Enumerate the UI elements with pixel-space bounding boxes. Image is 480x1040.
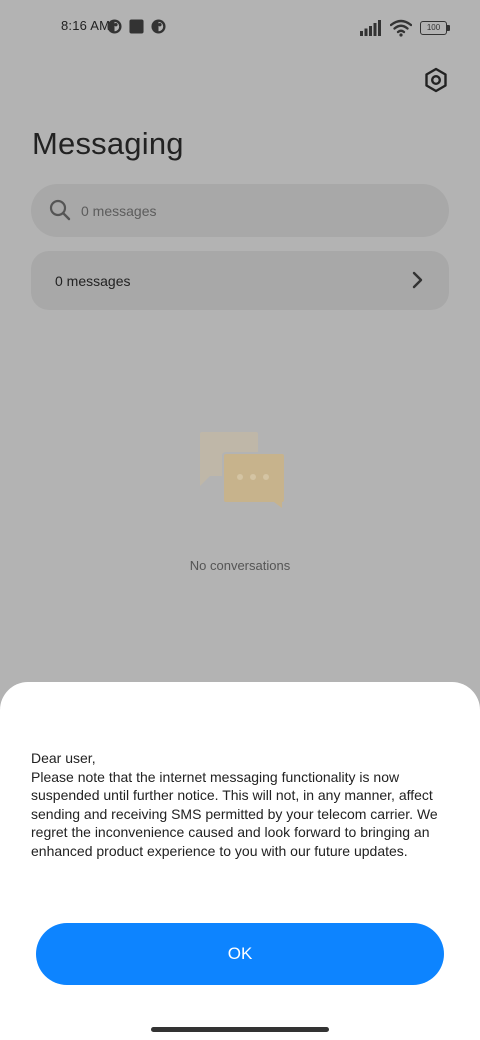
messages-row[interactable]: 0 messages bbox=[31, 251, 449, 310]
battery-icon: 100 bbox=[420, 21, 450, 35]
search-bar[interactable] bbox=[31, 184, 449, 237]
page-title: Messaging bbox=[32, 126, 184, 161]
notification-dot-icon bbox=[107, 19, 122, 34]
ok-button[interactable]: OK bbox=[36, 923, 444, 985]
status-time: 8:16 AM bbox=[61, 18, 111, 33]
messaging-screen: 8:16 AM 100 Messaging 0 messages 0 messa… bbox=[0, 0, 480, 1040]
settings-hex-icon bbox=[425, 67, 447, 93]
notification-dot-icon bbox=[151, 19, 166, 34]
dialog-greeting: Dear user, bbox=[31, 750, 96, 766]
home-indicator[interactable] bbox=[151, 1027, 329, 1032]
wifi-icon bbox=[390, 19, 412, 37]
chat-bubbles-icon bbox=[200, 432, 284, 508]
dialog-message: Dear user, Please note that the internet… bbox=[31, 749, 451, 860]
messages-row-label: 0 messages bbox=[55, 273, 131, 289]
status-right-group: 100 bbox=[360, 16, 450, 40]
battery-level: 100 bbox=[426, 23, 441, 32]
search-icon bbox=[49, 199, 71, 221]
dialog-body: Please note that the internet messaging … bbox=[31, 768, 438, 859]
empty-state-text: No conversations bbox=[189, 558, 291, 573]
notice-dialog: Dear user, Please note that the internet… bbox=[0, 682, 480, 1040]
chevron-right-icon bbox=[412, 271, 423, 289]
settings-button[interactable] bbox=[422, 66, 450, 94]
status-bar: 8:16 AM 100 bbox=[0, 0, 480, 56]
square-notification-icon bbox=[129, 19, 144, 34]
search-input[interactable] bbox=[81, 184, 421, 237]
signal-icon bbox=[360, 20, 381, 36]
